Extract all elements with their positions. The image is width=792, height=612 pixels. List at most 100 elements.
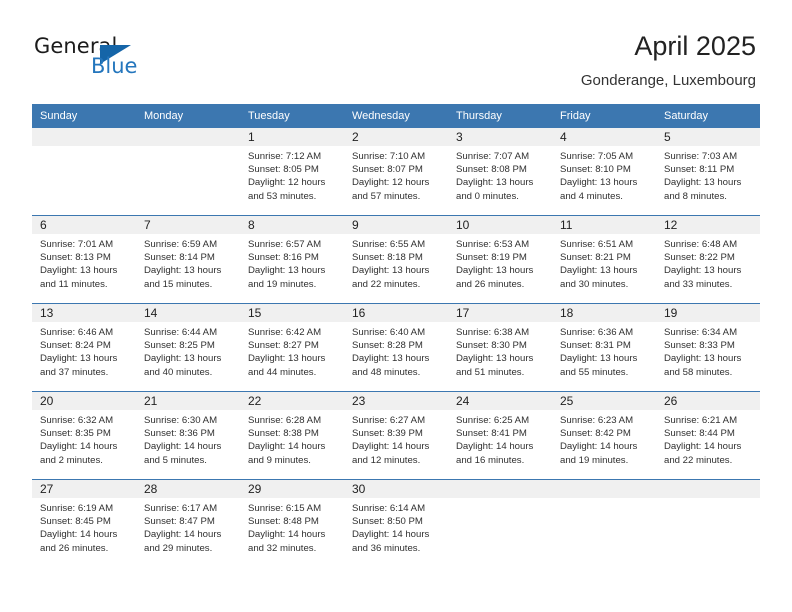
calendar-day-cell[interactable]: 3 Sunrise: 7:07 AM Sunset: 8:08 PM Daylight…: [448, 128, 552, 216]
calendar-day-cell[interactable]: 4 Sunrise: 7:05 AM Sunset: 8:10 PM Daylight…: [552, 128, 656, 216]
day-detail-daylight-line1: Daylight: 13 hours: [248, 353, 326, 365]
calendar-day-cell[interactable]: 9 Sunrise: 6:55 AM Sunset: 8:18 PM Daylight…: [344, 215, 448, 304]
day-detail-daylight-line2: and 9 minutes.: [248, 454, 311, 466]
day-details: Sunrise: 7:10 AM Sunset: 8:07 PM Daylight:…: [344, 146, 448, 203]
day-detail-sunset: Sunset: 8:10 PM: [560, 164, 631, 176]
day-detail-sunrise: Sunrise: 6:14 AM: [352, 503, 426, 514]
day-number: 16: [344, 304, 448, 322]
day-detail-daylight-line1: Daylight: 13 hours: [40, 265, 118, 277]
day-number: 30: [344, 480, 448, 498]
day-detail-daylight-line1: Daylight: 14 hours: [144, 529, 222, 541]
day-details: Sunrise: 6:44 AM Sunset: 8:25 PM Daylight:…: [136, 322, 240, 379]
calendar-day-cell[interactable]: 11 Sunrise: 6:51 AM Sunset: 8:21 PM Dayligh…: [552, 215, 656, 304]
brand-logo[interactable]: General Blue: [34, 34, 214, 84]
calendar-day-cell[interactable]: 26 Sunrise: 6:21 AM Sunset: 8:44 PM Dayligh…: [656, 391, 760, 480]
day-detail-daylight-line2: and 0 minutes.: [456, 190, 519, 202]
day-details: Sunrise: 6:42 AM Sunset: 8:27 PM Daylight:…: [240, 322, 344, 379]
calendar-day-cell[interactable]: 17 Sunrise: 6:38 AM Sunset: 8:30 PM Dayligh…: [448, 303, 552, 392]
day-detail-sunset: Sunset: 8:28 PM: [352, 340, 423, 352]
day-number: 14: [136, 304, 240, 322]
calendar-day-cell[interactable]: 21 Sunrise: 6:30 AM Sunset: 8:36 PM Dayligh…: [136, 391, 240, 480]
day-details: Sunrise: 6:51 AM Sunset: 8:21 PM Daylight:…: [552, 234, 656, 291]
calendar-day-cell[interactable]: 20 Sunrise: 6:32 AM Sunset: 8:35 PM Dayligh…: [32, 391, 136, 480]
day-detail-sunrise: Sunrise: 7:07 AM: [456, 151, 530, 162]
day-detail-sunset: Sunset: 8:48 PM: [248, 516, 319, 528]
calendar-week-row: 20 Sunrise: 6:32 AM Sunset: 8:35 PM Dayligh…: [32, 391, 760, 480]
location-subtitle: Gonderange, Luxembourg: [580, 72, 756, 89]
calendar-day-cell[interactable]: 25 Sunrise: 6:23 AM Sunset: 8:42 PM Dayligh…: [552, 391, 656, 480]
day-detail-sunset: Sunset: 8:33 PM: [664, 340, 735, 352]
day-detail-sunset: Sunset: 8:13 PM: [40, 252, 111, 264]
day-number: 27: [32, 480, 136, 498]
day-detail-daylight-line1: Daylight: 12 hours: [352, 177, 430, 189]
calendar-day-cell[interactable]: 29 Sunrise: 6:15 AM Sunset: 8:48 PM Dayligh…: [240, 479, 344, 567]
calendar-day-cell[interactable]: 8 Sunrise: 6:57 AM Sunset: 8:16 PM Daylight…: [240, 215, 344, 304]
calendar-day-cell[interactable]: 1 Sunrise: 7:12 AM Sunset: 8:05 PM Daylight…: [240, 128, 344, 216]
day-details: Sunrise: 6:59 AM Sunset: 8:14 PM Daylight:…: [136, 234, 240, 291]
weekday-header-friday: Friday: [552, 104, 656, 128]
day-detail-daylight-line2: and 36 minutes.: [352, 542, 421, 554]
day-detail-sunset: Sunset: 8:08 PM: [456, 164, 527, 176]
calendar-day-cell[interactable]: 19 Sunrise: 6:34 AM Sunset: 8:33 PM Dayligh…: [656, 303, 760, 392]
day-number: 21: [136, 392, 240, 410]
day-detail-daylight-line2: and 8 minutes.: [664, 190, 727, 202]
day-details: Sunrise: 6:46 AM Sunset: 8:24 PM Daylight:…: [32, 322, 136, 379]
day-detail-sunrise: Sunrise: 6:34 AM: [664, 327, 738, 338]
day-detail-sunset: Sunset: 8:35 PM: [40, 428, 111, 440]
day-detail-sunset: Sunset: 8:25 PM: [144, 340, 215, 352]
day-detail-sunrise: Sunrise: 6:44 AM: [144, 327, 218, 338]
day-detail-sunrise: Sunrise: 6:53 AM: [456, 239, 530, 250]
day-detail-daylight-line2: and 2 minutes.: [40, 454, 103, 466]
day-detail-sunset: Sunset: 8:44 PM: [664, 428, 735, 440]
calendar-day-cell[interactable]: 18 Sunrise: 6:36 AM Sunset: 8:31 PM Dayligh…: [552, 303, 656, 392]
calendar-day-cell[interactable]: 16 Sunrise: 6:40 AM Sunset: 8:28 PM Dayligh…: [344, 303, 448, 392]
day-number: 12: [656, 216, 760, 234]
calendar-day-cell[interactable]: 23 Sunrise: 6:27 AM Sunset: 8:39 PM Dayligh…: [344, 391, 448, 480]
calendar-day-cell[interactable]: 27 Sunrise: 6:19 AM Sunset: 8:45 PM Dayligh…: [32, 479, 136, 567]
calendar-table: Sunday Monday Tuesday Wednesday Thursday…: [32, 104, 760, 567]
day-detail-sunset: Sunset: 8:24 PM: [40, 340, 111, 352]
calendar-day-cell[interactable]: 7 Sunrise: 6:59 AM Sunset: 8:14 PM Daylight…: [136, 215, 240, 304]
day-detail-daylight-line1: Daylight: 13 hours: [664, 353, 742, 365]
day-detail-sunrise: Sunrise: 6:27 AM: [352, 415, 426, 426]
calendar-day-cell-empty: [656, 479, 760, 567]
day-detail-sunset: Sunset: 8:41 PM: [456, 428, 527, 440]
calendar-day-cell[interactable]: 28 Sunrise: 6:17 AM Sunset: 8:47 PM Dayligh…: [136, 479, 240, 567]
day-detail-sunrise: Sunrise: 6:57 AM: [248, 239, 322, 250]
day-number: [552, 480, 656, 498]
calendar-day-cell[interactable]: 6 Sunrise: 7:01 AM Sunset: 8:13 PM Daylight…: [32, 215, 136, 304]
calendar-day-cell[interactable]: 10 Sunrise: 6:53 AM Sunset: 8:19 PM Dayligh…: [448, 215, 552, 304]
weekday-header-tuesday: Tuesday: [240, 104, 344, 128]
day-number: 2: [344, 128, 448, 146]
day-detail-daylight-line2: and 19 minutes.: [248, 278, 317, 290]
day-detail-daylight-line2: and 40 minutes.: [144, 366, 213, 378]
day-detail-sunrise: Sunrise: 6:19 AM: [40, 503, 114, 514]
day-detail-daylight-line2: and 32 minutes.: [248, 542, 317, 554]
calendar-day-cell[interactable]: 14 Sunrise: 6:44 AM Sunset: 8:25 PM Dayligh…: [136, 303, 240, 392]
day-detail-daylight-line1: Daylight: 13 hours: [248, 265, 326, 277]
day-detail-sunset: Sunset: 8:14 PM: [144, 252, 215, 264]
day-detail-sunrise: Sunrise: 6:21 AM: [664, 415, 738, 426]
day-detail-sunrise: Sunrise: 6:36 AM: [560, 327, 634, 338]
calendar-day-cell[interactable]: 5 Sunrise: 7:03 AM Sunset: 8:11 PM Daylight…: [656, 128, 760, 216]
calendar-day-cell[interactable]: 30 Sunrise: 6:14 AM Sunset: 8:50 PM Dayligh…: [344, 479, 448, 567]
calendar-day-cell[interactable]: 24 Sunrise: 6:25 AM Sunset: 8:41 PM Dayligh…: [448, 391, 552, 480]
calendar-day-cell[interactable]: 22 Sunrise: 6:28 AM Sunset: 8:38 PM Dayligh…: [240, 391, 344, 480]
day-detail-daylight-line2: and 53 minutes.: [248, 190, 317, 202]
calendar-day-cell[interactable]: 13 Sunrise: 6:46 AM Sunset: 8:24 PM Dayligh…: [32, 303, 136, 392]
calendar-day-cell[interactable]: 2 Sunrise: 7:10 AM Sunset: 8:07 PM Daylight…: [344, 128, 448, 216]
day-details: Sunrise: 6:14 AM Sunset: 8:50 PM Daylight:…: [344, 498, 448, 555]
day-detail-daylight-line2: and 22 minutes.: [664, 454, 733, 466]
day-number: 7: [136, 216, 240, 234]
day-details: Sunrise: 6:38 AM Sunset: 8:30 PM Daylight:…: [448, 322, 552, 379]
day-detail-sunset: Sunset: 8:11 PM: [664, 164, 735, 176]
day-detail-daylight-line1: Daylight: 13 hours: [352, 353, 430, 365]
day-number: 1: [240, 128, 344, 146]
calendar-day-cell[interactable]: 15 Sunrise: 6:42 AM Sunset: 8:27 PM Dayligh…: [240, 303, 344, 392]
day-details: Sunrise: 7:05 AM Sunset: 8:10 PM Daylight:…: [552, 146, 656, 203]
day-detail-sunset: Sunset: 8:36 PM: [144, 428, 215, 440]
calendar-day-cell[interactable]: 12 Sunrise: 6:48 AM Sunset: 8:22 PM Dayligh…: [656, 215, 760, 304]
day-detail-sunrise: Sunrise: 6:15 AM: [248, 503, 322, 514]
day-details: Sunrise: 7:01 AM Sunset: 8:13 PM Daylight:…: [32, 234, 136, 291]
day-detail-sunset: Sunset: 8:38 PM: [248, 428, 319, 440]
